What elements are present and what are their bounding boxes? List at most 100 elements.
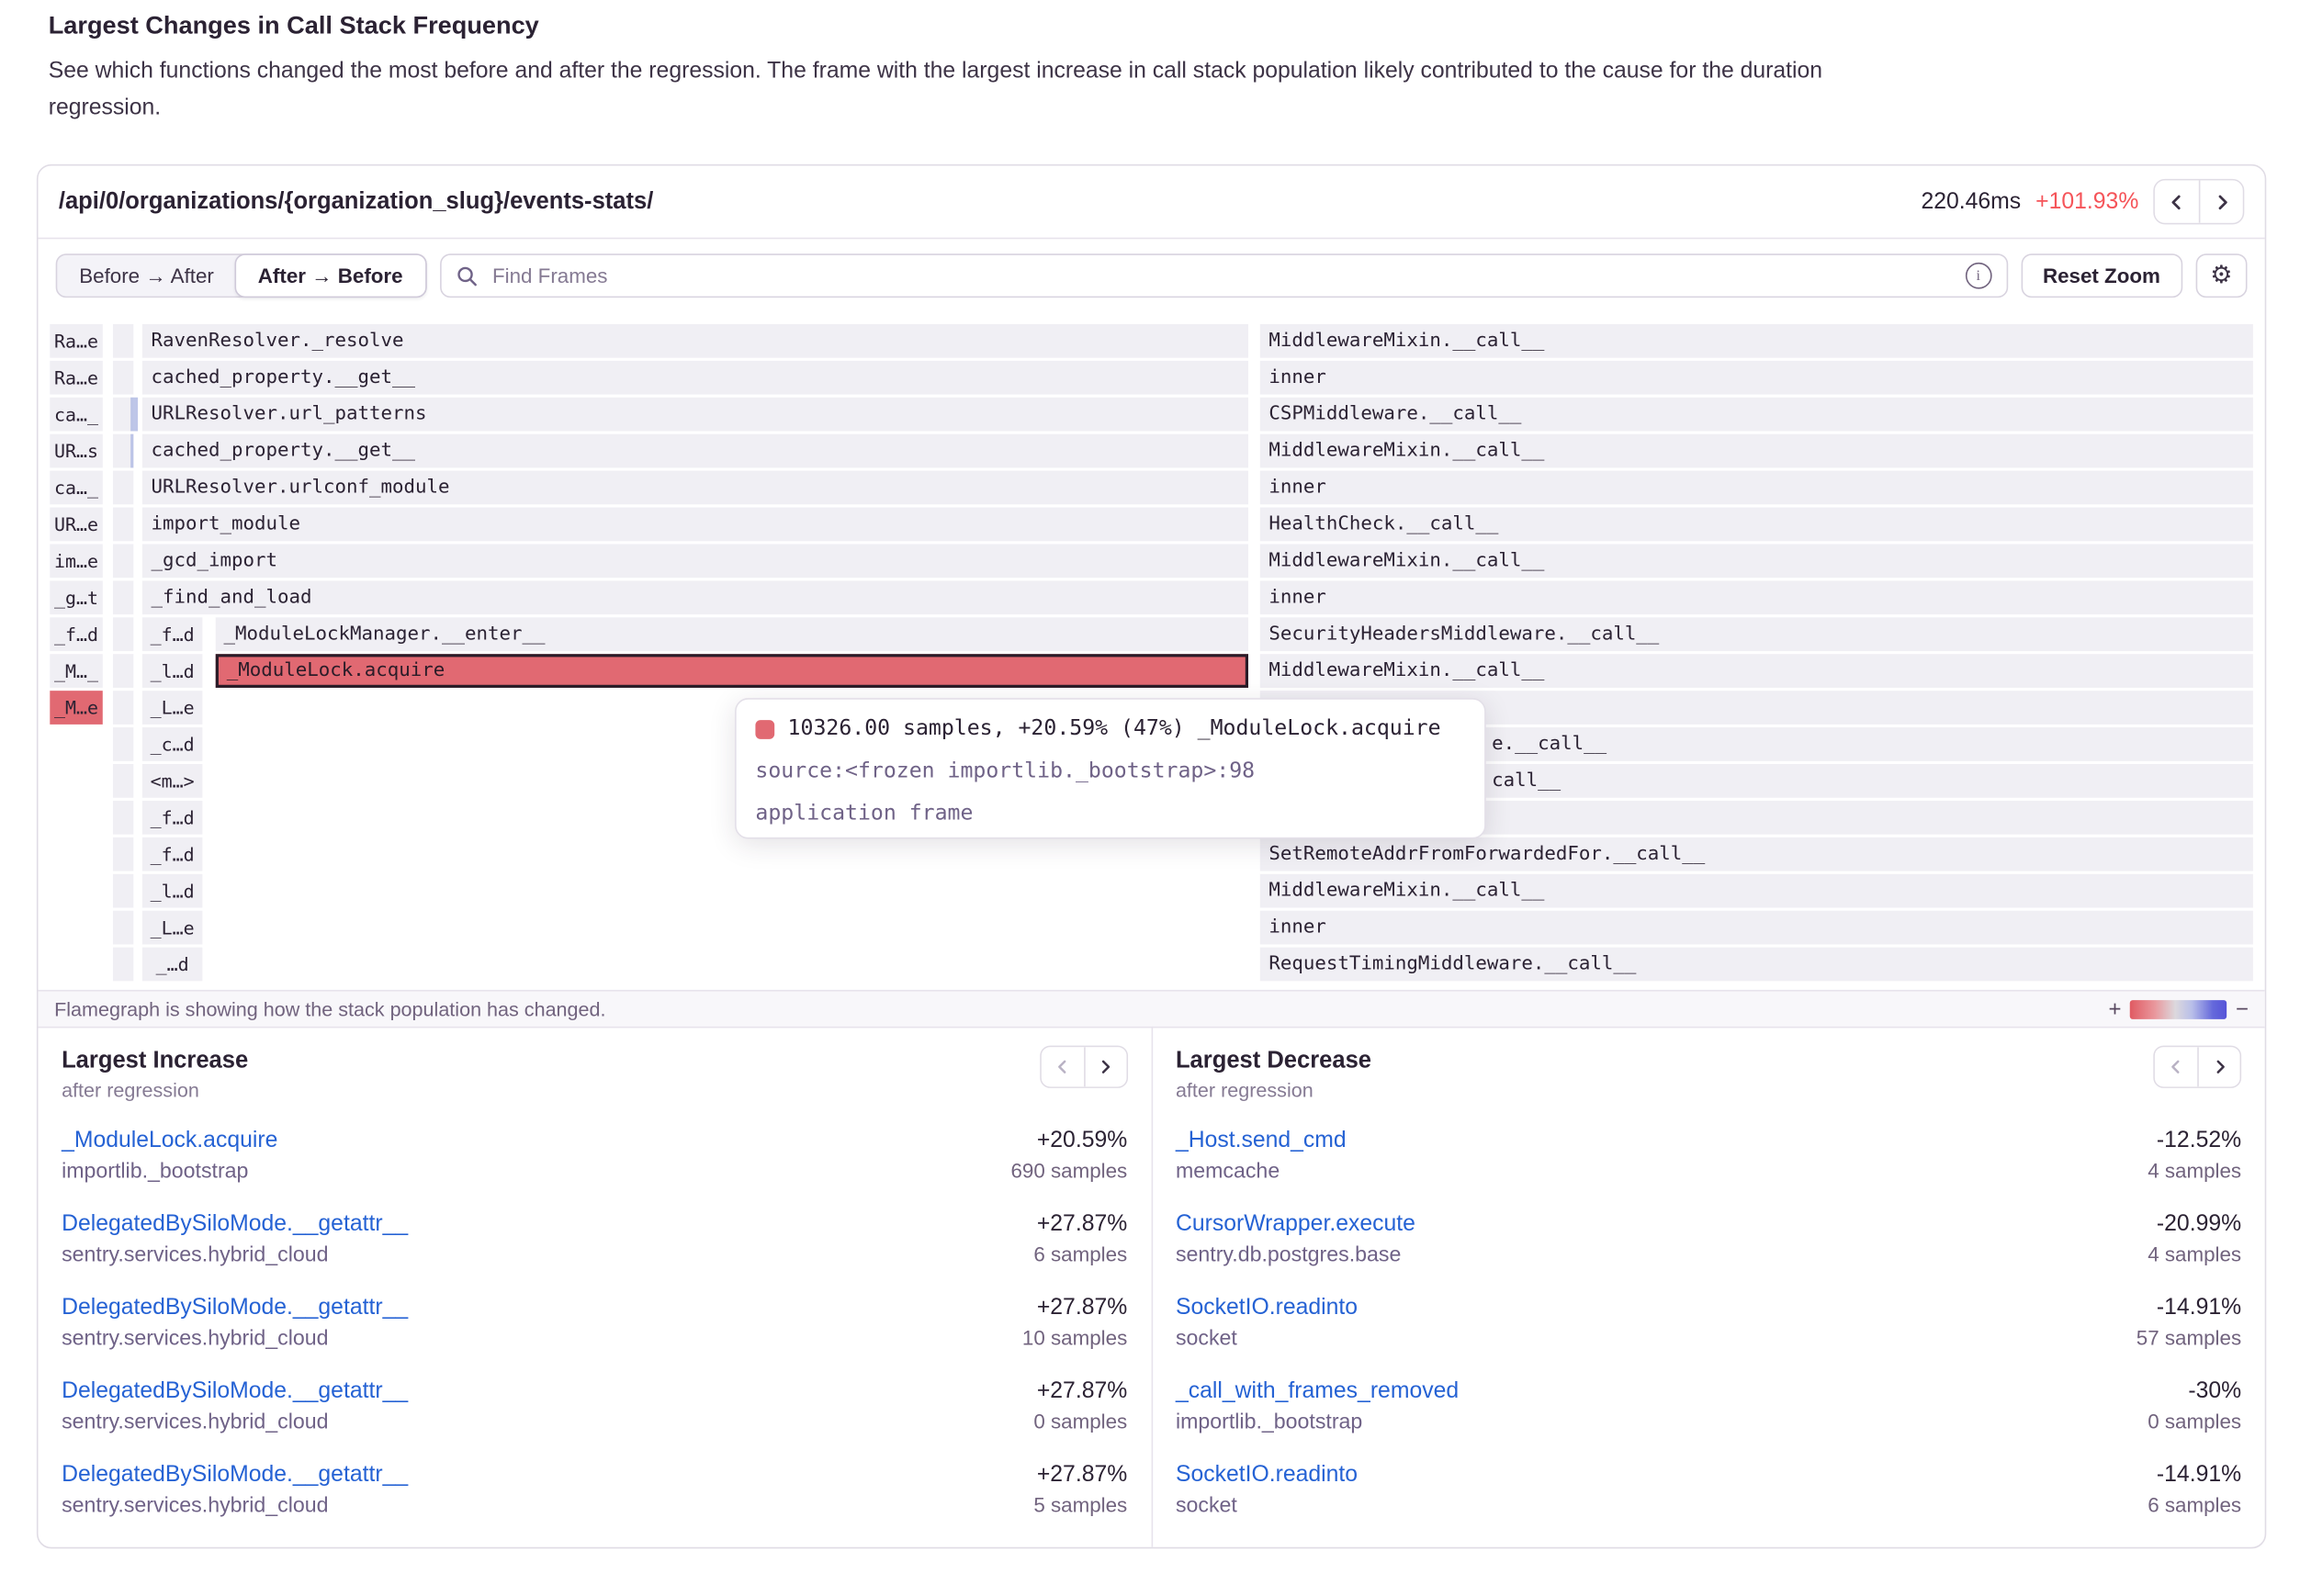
frame-bar-right[interactable]: inner (1260, 471, 2253, 505)
module-name: sentry.services.hybrid_cloud (62, 1324, 328, 1355)
frame-bar[interactable]: _ModuleLockManager.__enter__ (215, 617, 1248, 651)
function-link[interactable]: DelegatedBySiloMode.__getattr__ (62, 1208, 408, 1240)
frame-label-cell[interactable]: ca…_ (50, 398, 102, 432)
minimap-cell[interactable] (112, 361, 132, 395)
minimap-cell[interactable] (112, 508, 132, 542)
list-item: DelegatedBySiloMode.__getattr__+27.87%se… (62, 1376, 1127, 1439)
minimap-cell[interactable] (112, 654, 132, 688)
minimap-cell[interactable] (112, 874, 132, 908)
minimap-cell[interactable] (112, 837, 132, 871)
frame-bar-right[interactable]: SecurityHeadersMiddleware.__call__ (1260, 617, 2253, 651)
frame-bar-right[interactable]: MiddlewareMixin.__call__ (1260, 434, 2253, 468)
flamegraph: Ra…e RavenResolver._resolve MiddlewareMixi… (39, 165, 2265, 986)
frame-bar-right[interactable]: MiddlewareMixin.__call__ (1260, 544, 2253, 578)
frame-label-cell[interactable]: _M…_ (50, 654, 102, 688)
frame-bar[interactable]: _ModuleLock.acquire (215, 654, 1248, 688)
frame-bar-right[interactable]: SetRemoteAddrFromForwardedFor.__call__ (1260, 837, 2253, 871)
list-item-row2: sentry.services.hybrid_cloud0 samples (62, 1406, 1127, 1438)
list-item-row2: importlib._bootstrap690 samples (62, 1155, 1127, 1187)
minimap-cell[interactable] (112, 727, 132, 761)
function-link[interactable]: _Host.send_cmd (1176, 1125, 1347, 1156)
frame-label-cell[interactable]: _g…t (50, 580, 102, 614)
list-item: _ModuleLock.acquire+20.59%importlib._boo… (62, 1125, 1127, 1188)
frame-bar-right[interactable]: MiddlewareMixin.__call__ (1260, 324, 2253, 358)
minimap-cell[interactable] (112, 801, 132, 835)
decrease-next-button[interactable] (2197, 1047, 2239, 1086)
frame-bar-right[interactable]: inner (1260, 580, 2253, 614)
sample-count: 0 samples (2148, 1406, 2241, 1437)
list-item-row1: DelegatedBySiloMode.__getattr__+27.87% (62, 1459, 1127, 1490)
frame-sub-cell[interactable]: _…d (142, 948, 202, 982)
frame-bar[interactable]: _gcd_import (142, 544, 1248, 578)
frame-bar-right[interactable]: CSPMiddleware.__call__ (1260, 398, 2253, 432)
minimap-cell[interactable] (112, 911, 132, 945)
list-item-row2: socket57 samples (1176, 1322, 2241, 1354)
frame-label-cell[interactable]: UR…s (50, 434, 102, 468)
change-value: -30% (2188, 1376, 2241, 1407)
frame-bar[interactable]: cached_property.__get__ (142, 361, 1248, 395)
list-item-row2: socket6 samples (1176, 1489, 2241, 1522)
frame-bar[interactable]: import_module (142, 508, 1248, 542)
frame-label-cell[interactable]: ca…_ (50, 471, 102, 505)
minimap-cell[interactable] (112, 471, 132, 505)
frame-bar-right[interactable]: RequestTimingMiddleware.__call__ (1260, 948, 2253, 982)
frame-bar-right[interactable]: MiddlewareMixin.__call__ (1260, 874, 2253, 908)
minimap-cell[interactable] (112, 948, 132, 982)
module-name: sentry.db.postgres.base (1176, 1241, 1401, 1272)
frame-label-cell[interactable]: _f…d (50, 617, 102, 651)
frame-bar-right[interactable]: inner (1260, 911, 2253, 945)
frame-sub-cell[interactable]: <m…> (142, 764, 202, 798)
frame-sub-cell[interactable]: _f…d (142, 801, 202, 835)
minimap-cell[interactable] (112, 691, 132, 725)
function-link[interactable]: _call_with_frames_removed (1176, 1376, 1459, 1407)
function-link[interactable]: CursorWrapper.execute (1176, 1208, 1415, 1240)
frame-sub-cell[interactable]: _L…e (142, 691, 202, 725)
minimap-cell[interactable] (112, 617, 132, 651)
frame-label-cell[interactable]: _M…e (50, 691, 102, 725)
list-item-row1: DelegatedBySiloMode.__getattr__+27.87% (62, 1208, 1127, 1240)
frame-label-cell[interactable]: Ra…e (50, 324, 102, 358)
frame-bar[interactable]: URLResolver.urlconf_module (142, 471, 1248, 505)
increase-next-button[interactable] (1083, 1047, 1125, 1086)
status-text: Flamegraph is showing how the stack popu… (54, 998, 605, 1020)
increase-prev-button[interactable] (1041, 1047, 1083, 1086)
frame-sub-cell[interactable]: _f…d (142, 617, 202, 651)
increase-pager (1039, 1046, 1127, 1088)
minimap-cell[interactable] (112, 764, 132, 798)
decrease-list: _Host.send_cmd-12.52%memcache4 samplesCu… (1176, 1125, 2241, 1523)
frame-label-cell[interactable]: UR…e (50, 508, 102, 542)
frame-label-cell[interactable]: Ra…e (50, 361, 102, 395)
minimap-cell[interactable] (112, 544, 132, 578)
decrease-header: Largest Decrease after regression (1176, 1046, 2241, 1106)
frame-bar[interactable]: RavenResolver._resolve (142, 324, 1248, 358)
frame-bar[interactable]: cached_property.__get__ (142, 434, 1248, 468)
frame-bar-right[interactable]: inner (1260, 361, 2253, 395)
frame-sub-cell[interactable]: _L…e (142, 911, 202, 945)
diff-gradient (2130, 999, 2227, 1018)
frame-sub-cell[interactable]: _l…d (142, 654, 202, 688)
minimap-cell[interactable] (112, 324, 132, 358)
frame-label-cell[interactable]: im…e (50, 544, 102, 578)
decrease-prev-button[interactable] (2155, 1047, 2197, 1086)
page-description-line2: regression. (49, 89, 2256, 126)
frame-sub-cell[interactable]: _l…d (142, 874, 202, 908)
module-name: sentry.services.hybrid_cloud (62, 1491, 328, 1523)
flamegraph-statusbar: Flamegraph is showing how the stack popu… (39, 990, 2265, 1028)
minimap-cell[interactable] (112, 580, 132, 614)
function-link[interactable]: _ModuleLock.acquire (62, 1125, 277, 1156)
frame-sub-cell[interactable]: _c…d (142, 727, 202, 761)
frame-bar-right[interactable]: HealthCheck.__call__ (1260, 508, 2253, 542)
function-link[interactable]: DelegatedBySiloMode.__getattr__ (62, 1292, 408, 1323)
list-item-row1: _Host.send_cmd-12.52% (1176, 1125, 2241, 1156)
function-link[interactable]: DelegatedBySiloMode.__getattr__ (62, 1459, 408, 1490)
function-link[interactable]: DelegatedBySiloMode.__getattr__ (62, 1376, 408, 1407)
list-item-row1: SocketIO.readinto-14.91% (1176, 1292, 2241, 1323)
largest-increase-section: Largest Increase after regression _Modul… (39, 1027, 1151, 1547)
module-name: socket (1176, 1491, 1237, 1523)
frame-bar[interactable]: URLResolver.url_patterns (142, 398, 1248, 432)
frame-sub-cell[interactable]: _f…d (142, 837, 202, 871)
frame-bar-right[interactable]: MiddlewareMixin.__call__ (1260, 654, 2253, 688)
frame-bar[interactable]: _find_and_load (142, 580, 1248, 614)
function-link[interactable]: SocketIO.readinto (1176, 1292, 1358, 1323)
function-link[interactable]: SocketIO.readinto (1176, 1459, 1358, 1490)
